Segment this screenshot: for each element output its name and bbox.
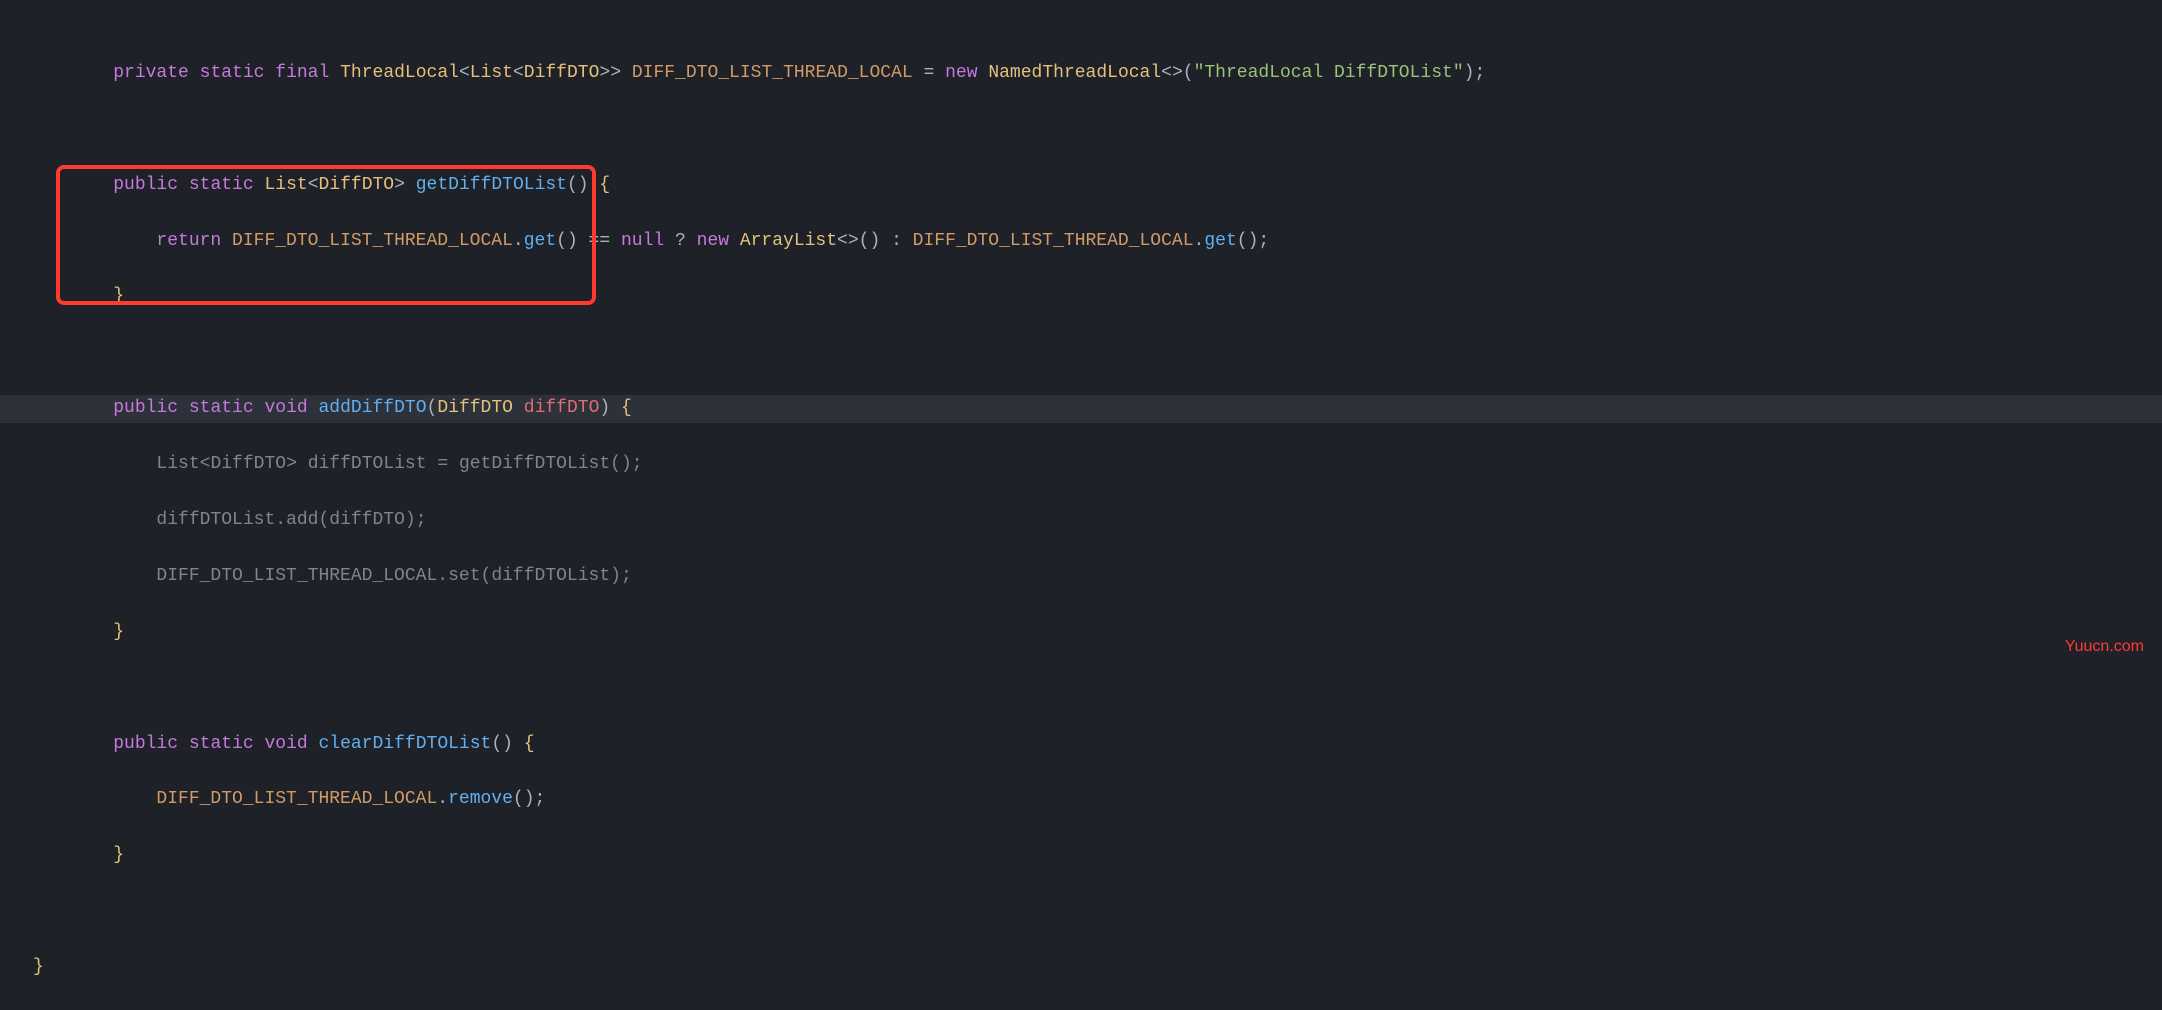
watermark-text: Yuucn.com <box>2065 635 2144 660</box>
code-line: DIFF_DTO_LIST_THREAD_LOCAL.set(diffDTOLi… <box>0 563 2162 591</box>
code-editor[interactable]: private static final ThreadLocal<List<Di… <box>0 0 2162 1010</box>
code-line: List<DiffDTO> diffDTOList = getDiffDTOLi… <box>0 451 2162 479</box>
code-line: } <box>0 283 2162 311</box>
code-line: diffDTOList.add(diffDTO); <box>0 507 2162 535</box>
code-line: } <box>0 842 2162 870</box>
code-line <box>0 675 2162 703</box>
code-line <box>0 339 2162 367</box>
code-line: } <box>0 954 2162 982</box>
code-line: private static final ThreadLocal<List<Di… <box>0 60 2162 88</box>
code-line: DIFF_DTO_LIST_THREAD_LOCAL.remove(); <box>0 786 2162 814</box>
code-line: } <box>0 619 2162 647</box>
code-line <box>0 116 2162 144</box>
code-line <box>0 898 2162 926</box>
code-line: return DIFF_DTO_LIST_THREAD_LOCAL.get() … <box>0 228 2162 256</box>
code-line: public static List<DiffDTO> getDiffDTOLi… <box>0 172 2162 200</box>
code-line: public static void clearDiffDTOList() { <box>0 731 2162 759</box>
code-line-highlighted: public static void addDiffDTO(DiffDTO di… <box>0 395 2162 423</box>
